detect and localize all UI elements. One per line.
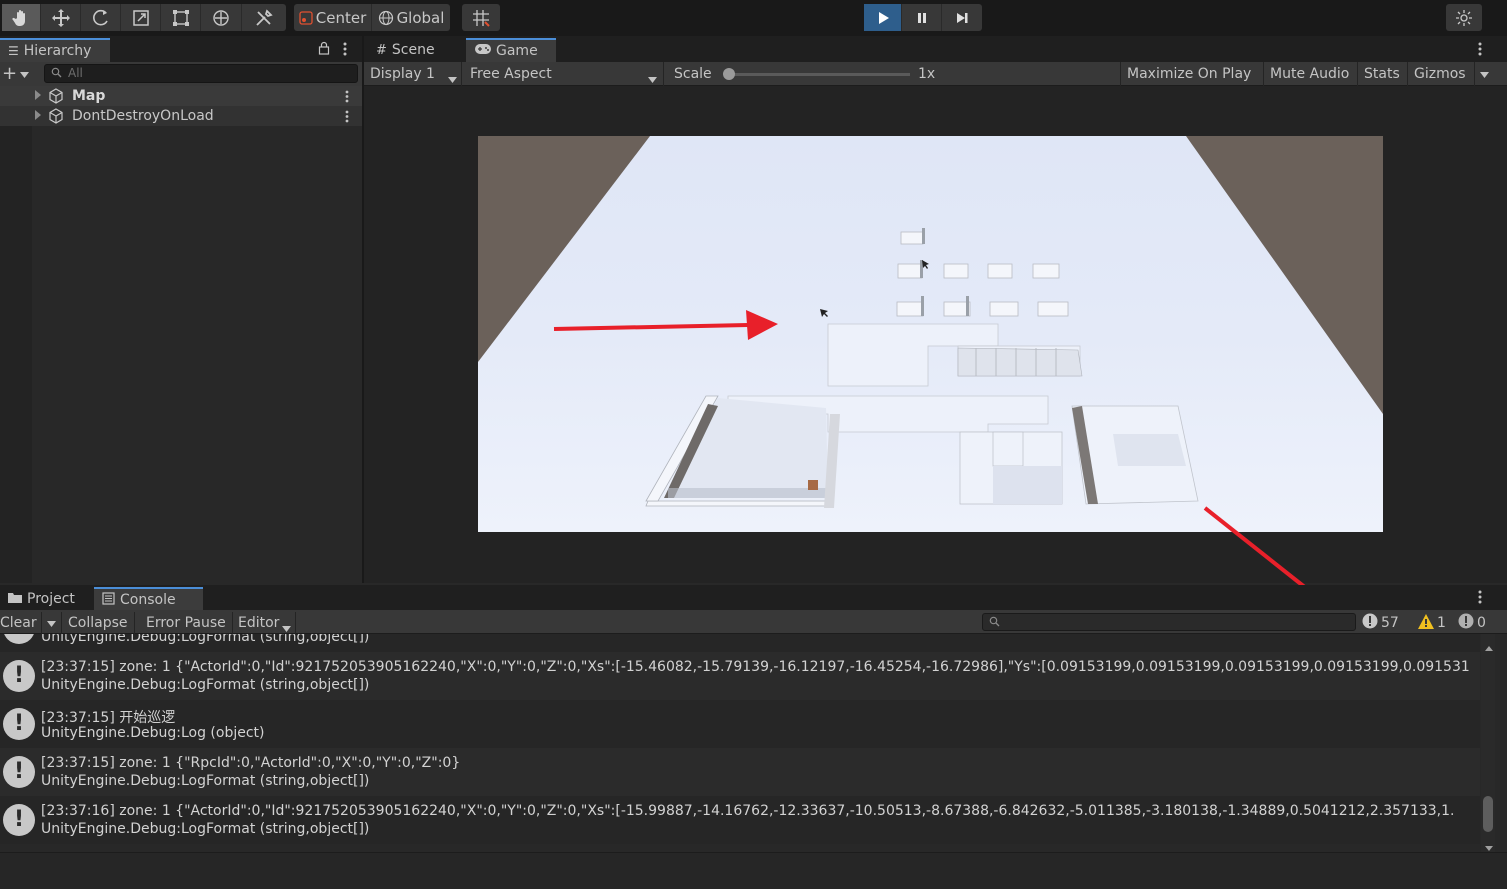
info-message-icon: !	[3, 804, 35, 836]
console-entry-stack: UnityEngine.Debug:Log (object)	[41, 725, 265, 741]
info-message-icon: !	[3, 708, 35, 740]
console-icon	[102, 591, 115, 609]
tab-project-label: Project	[27, 591, 75, 607]
editor-label: Editor	[238, 615, 280, 631]
info-message-icon: !	[3, 756, 35, 788]
chevron-down-icon	[47, 615, 56, 631]
tab-console[interactable]: Console	[94, 587, 203, 611]
tab-console-label: Console	[120, 592, 176, 608]
annotation-arrow-line	[1203, 506, 1318, 598]
console-entry-stack: UnityEngine.Debug:LogFormat (string,obje…	[41, 634, 370, 645]
console-entry[interactable]: ! [23:37:16] zone: 1 {"ActorId":0,"Id":9…	[0, 796, 1480, 844]
info-message-icon: !	[3, 660, 35, 692]
search-icon	[989, 616, 1000, 631]
console-entry-message: [23:37:15] zone: 1 {"RpcId":0,"ActorId":…	[41, 755, 461, 771]
console-entry-message: [23:37:15] 开始巡逻	[41, 710, 176, 726]
error-count: 0	[1477, 615, 1486, 631]
error-icon	[1458, 613, 1474, 633]
error-count-toggle[interactable]: 0	[1458, 612, 1486, 634]
collapse-label: Collapse	[68, 615, 128, 631]
info-count-toggle[interactable]: 57	[1362, 612, 1399, 634]
warning-icon	[1418, 613, 1434, 633]
info-count: 57	[1381, 615, 1399, 631]
warning-count: 1	[1437, 615, 1446, 631]
info-icon	[1362, 613, 1378, 633]
console-entry[interactable]: ! [23:37:15] 开始巡逻 UnityEngine.Debug:Log …	[0, 700, 1480, 748]
clear-label: Clear	[0, 615, 37, 631]
annotation-arrow-line	[553, 323, 749, 331]
annotation-arrowhead	[746, 310, 778, 340]
clear-options-dropdown[interactable]	[42, 612, 62, 634]
console-entry-message: [23:37:15] zone: 1 {"ActorId":0,"Id":921…	[41, 659, 1470, 675]
console-entry[interactable]: ! [23:37:15] zone: 1 {"RpcId":0,"ActorId…	[0, 748, 1480, 796]
console-scrollbar[interactable]	[1481, 634, 1495, 852]
console-menu-kebab-icon[interactable]	[1478, 590, 1482, 608]
console-entry-stack: UnityEngine.Debug:LogFormat (string,obje…	[41, 677, 370, 693]
editor-dropdown[interactable]: Editor	[234, 612, 296, 634]
scroll-up-arrow-icon[interactable]	[1485, 640, 1493, 655]
tab-project[interactable]: Project	[0, 587, 92, 611]
console-entry[interactable]: ! [23:37:15] zone: 1 {"ActorId":0,"Id":9…	[0, 652, 1480, 700]
console-entry-stack: UnityEngine.Debug:LogFormat (string,obje…	[41, 821, 370, 837]
error-pause-label: Error Pause	[146, 615, 226, 631]
clear-button[interactable]: Clear	[0, 612, 42, 634]
info-message-icon: !	[3, 634, 35, 644]
error-pause-toggle[interactable]: Error Pause	[140, 612, 233, 634]
console-tabbar	[0, 585, 1507, 611]
console-entry-message: [23:37:16] zone: 1 {"ActorId":0,"Id":921…	[41, 803, 1455, 819]
folder-icon	[8, 591, 22, 607]
console-detail-area	[0, 852, 1507, 889]
console-search-input[interactable]	[982, 613, 1356, 631]
collapse-toggle[interactable]: Collapse	[62, 612, 135, 634]
console-entry-stack: UnityEngine.Debug:LogFormat (string,obje…	[41, 773, 370, 789]
scroll-thumb[interactable]	[1483, 796, 1493, 832]
warning-count-toggle[interactable]: 1	[1418, 612, 1446, 634]
console-entry[interactable]: ! UnityEngine.Debug:LogFormat (string,ob…	[0, 634, 1480, 652]
console-log-list: ! UnityEngine.Debug:LogFormat (string,ob…	[0, 634, 1480, 852]
